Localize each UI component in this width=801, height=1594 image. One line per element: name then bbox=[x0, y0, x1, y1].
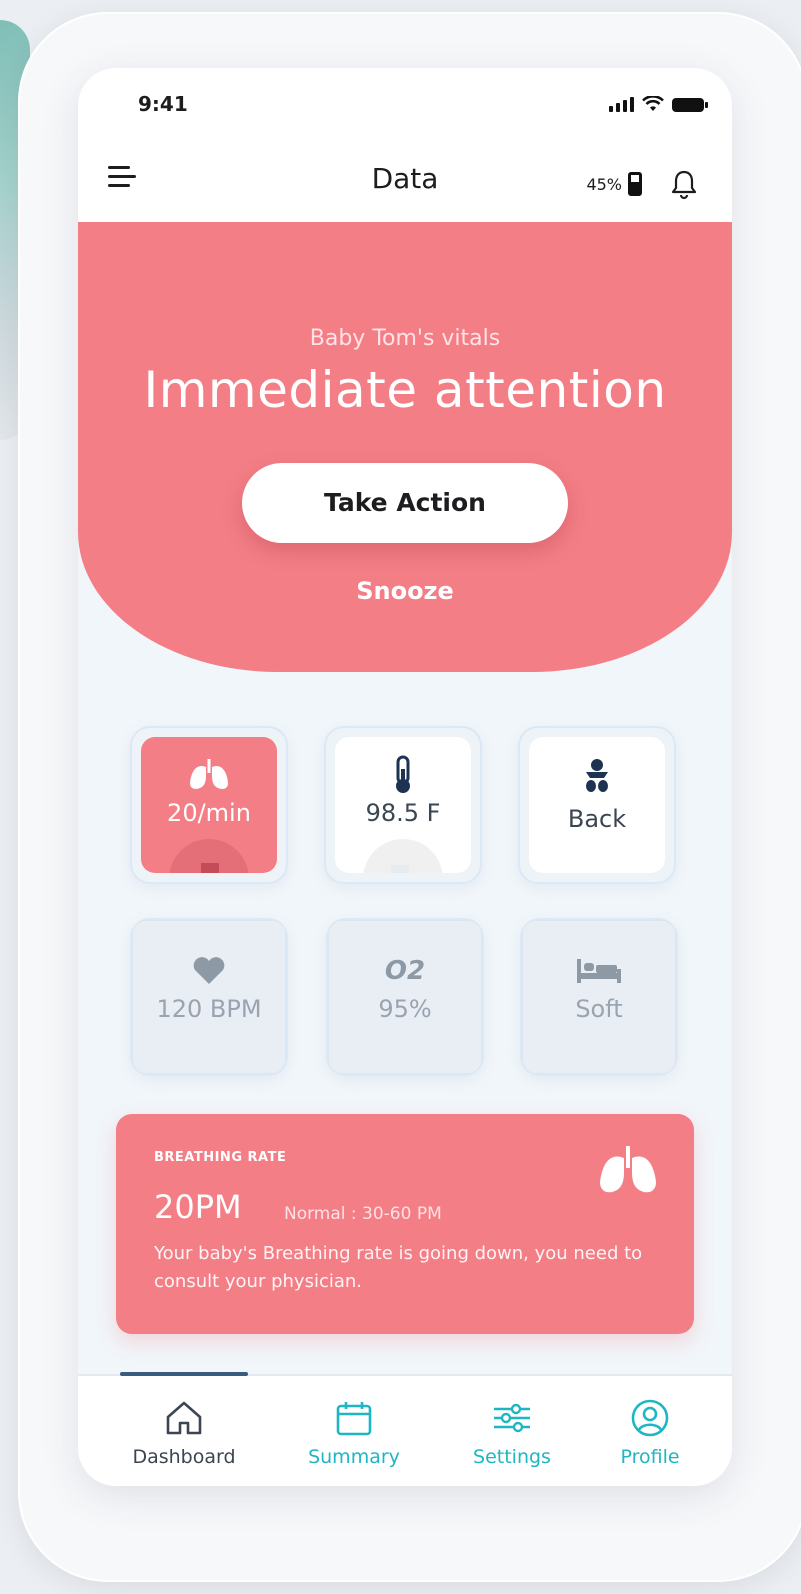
user-circle-icon bbox=[580, 1396, 720, 1440]
lungs-icon bbox=[600, 1146, 656, 1193]
tab-label: Settings bbox=[473, 1446, 551, 1468]
vital-value: 95% bbox=[378, 995, 432, 1023]
baby-icon bbox=[529, 755, 665, 795]
lungs-icon bbox=[141, 755, 277, 795]
breathing-alert-card[interactable]: BREATHING RATE 20PM Normal : 30-60 PM Yo… bbox=[116, 1114, 694, 1334]
take-action-button[interactable]: Take Action bbox=[242, 463, 568, 543]
tab-settings[interactable]: Settings bbox=[442, 1396, 582, 1468]
device-battery: 45% bbox=[586, 172, 642, 196]
alert-normal-range: Normal : 30-60 PM bbox=[284, 1204, 442, 1224]
breathing-gauge bbox=[169, 839, 249, 873]
alert-message: Your baby's Breathing rate is going down… bbox=[154, 1243, 643, 1292]
tab-summary[interactable]: Summary bbox=[284, 1396, 424, 1468]
snooze-button[interactable]: Snooze bbox=[78, 577, 732, 605]
vital-tile-breathing[interactable]: 20/min bbox=[130, 726, 288, 884]
battery-percent: 45% bbox=[586, 174, 622, 194]
battery-icon bbox=[672, 98, 708, 112]
vital-tile-body: Back bbox=[529, 737, 665, 873]
home-icon bbox=[114, 1396, 254, 1440]
bottom-tab-bar: Dashboard Summary Settings Profile bbox=[78, 1372, 732, 1486]
vital-value: 20/min bbox=[167, 799, 251, 827]
signal-icon bbox=[609, 97, 634, 112]
alert-value: 20PM bbox=[154, 1188, 242, 1226]
vital-value: 98.5 F bbox=[365, 799, 441, 827]
vital-tile-body: 120 BPM bbox=[132, 920, 286, 1074]
vital-tile-body: O2 95% bbox=[328, 920, 482, 1074]
vital-tile-body: 20/min bbox=[141, 737, 277, 873]
battery-level-icon bbox=[628, 172, 642, 196]
o2-icon-text: O2 bbox=[384, 956, 426, 986]
status-icons bbox=[609, 96, 708, 112]
vital-value: Back bbox=[567, 805, 627, 833]
vital-tile-body: Soft bbox=[522, 920, 676, 1074]
active-tab-indicator bbox=[120, 1372, 248, 1376]
app-bar: Data 45% bbox=[78, 148, 732, 222]
o2-icon: O2 bbox=[329, 951, 481, 991]
vital-tile-mattress[interactable]: Soft bbox=[520, 918, 678, 1076]
vital-tile-heart-rate[interactable]: 120 BPM bbox=[130, 918, 288, 1076]
tab-label: Profile bbox=[620, 1446, 680, 1468]
alert-label: BREATHING RATE bbox=[154, 1150, 287, 1165]
vital-tile-position[interactable]: Back bbox=[518, 726, 676, 884]
bed-icon bbox=[523, 951, 675, 991]
hero-title: Immediate attention bbox=[143, 361, 667, 419]
vital-tile-temperature[interactable]: 98.5 F bbox=[324, 726, 482, 884]
hero-subtitle: Baby Tom's vitals bbox=[309, 326, 501, 351]
gauge-level bbox=[391, 865, 409, 873]
vital-tile-body: 98.5 F bbox=[335, 737, 471, 873]
temperature-gauge bbox=[363, 839, 443, 873]
tab-profile[interactable]: Profile bbox=[580, 1396, 720, 1468]
tab-dashboard[interactable]: Dashboard bbox=[114, 1396, 254, 1468]
status-time: 9:41 bbox=[138, 92, 188, 116]
tab-label: Dashboard bbox=[132, 1446, 236, 1468]
vital-tile-oxygen[interactable]: O2 95% bbox=[326, 918, 484, 1076]
wifi-icon bbox=[642, 96, 664, 111]
vital-value: 120 BPM bbox=[156, 995, 262, 1023]
sliders-icon bbox=[442, 1396, 582, 1440]
phone-screen: 9:41 Data 45% Baby Tom's vitals Immediat… bbox=[78, 68, 732, 1486]
gauge-level bbox=[201, 863, 219, 873]
alert-hero: Baby Tom's vitals Immediate attention Ta… bbox=[78, 222, 732, 672]
vital-value: Soft bbox=[575, 995, 623, 1023]
heart-icon bbox=[133, 951, 285, 991]
status-bar: 9:41 bbox=[78, 68, 732, 148]
tab-label: Summary bbox=[308, 1446, 400, 1468]
calendar-icon bbox=[284, 1396, 424, 1440]
bell-icon[interactable] bbox=[666, 166, 702, 202]
thermometer-icon bbox=[335, 755, 471, 795]
